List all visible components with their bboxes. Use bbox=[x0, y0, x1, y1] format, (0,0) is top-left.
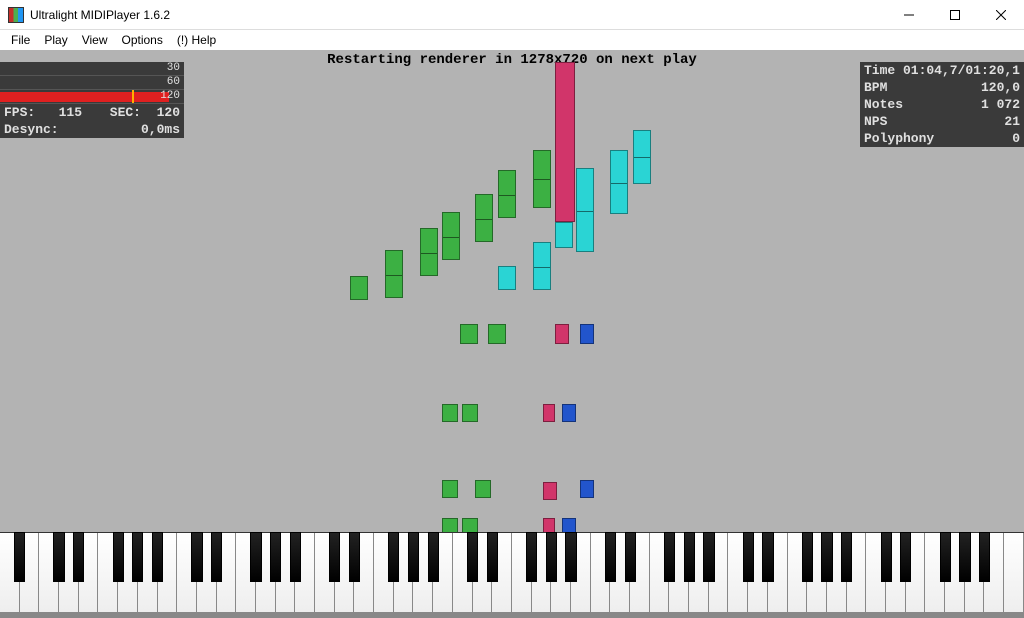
white-key[interactable] bbox=[315, 533, 335, 612]
midi-note bbox=[442, 212, 460, 260]
maximize-button[interactable] bbox=[932, 0, 978, 30]
white-key[interactable] bbox=[886, 533, 906, 612]
app-icon bbox=[8, 7, 24, 23]
midi-note bbox=[462, 404, 478, 422]
menu-view[interactable]: View bbox=[75, 31, 115, 49]
white-key[interactable] bbox=[98, 533, 118, 612]
white-key[interactable] bbox=[39, 533, 59, 612]
white-key[interactable] bbox=[118, 533, 138, 612]
white-key[interactable] bbox=[473, 533, 493, 612]
bottom-bar bbox=[0, 612, 1024, 618]
white-key[interactable] bbox=[236, 533, 256, 612]
white-key[interactable] bbox=[689, 533, 709, 612]
visualizer-canvas: Restarting renderer in 1278x720 on next … bbox=[0, 50, 1024, 618]
white-key[interactable] bbox=[256, 533, 276, 612]
white-key[interactable] bbox=[276, 533, 296, 612]
menu-play[interactable]: Play bbox=[37, 31, 74, 49]
midi-note bbox=[555, 62, 575, 222]
white-key[interactable] bbox=[0, 533, 20, 612]
midi-note bbox=[460, 324, 478, 344]
midi-note bbox=[580, 324, 594, 344]
piano-keyboard[interactable] bbox=[0, 532, 1024, 612]
midi-note bbox=[633, 130, 651, 184]
white-key[interactable] bbox=[866, 533, 886, 612]
white-key[interactable] bbox=[295, 533, 315, 612]
white-key[interactable] bbox=[591, 533, 611, 612]
white-key[interactable] bbox=[177, 533, 197, 612]
white-key[interactable] bbox=[433, 533, 453, 612]
midi-note bbox=[555, 222, 573, 248]
white-key[interactable] bbox=[335, 533, 355, 612]
midi-note bbox=[610, 150, 628, 214]
menu-help[interactable]: (!) Help bbox=[170, 31, 223, 49]
white-key[interactable] bbox=[374, 533, 394, 612]
midi-note bbox=[533, 242, 551, 290]
white-key[interactable] bbox=[748, 533, 768, 612]
white-key[interactable] bbox=[512, 533, 532, 612]
white-key[interactable] bbox=[728, 533, 748, 612]
white-key[interactable] bbox=[807, 533, 827, 612]
white-key[interactable] bbox=[945, 533, 965, 612]
white-key[interactable] bbox=[1004, 533, 1024, 612]
midi-note bbox=[555, 324, 569, 344]
white-key[interactable] bbox=[20, 533, 40, 612]
window-title: Ultralight MIDIPlayer 1.6.2 bbox=[30, 8, 886, 22]
midi-note bbox=[442, 480, 458, 498]
midi-note bbox=[420, 228, 438, 276]
white-key[interactable] bbox=[551, 533, 571, 612]
white-key[interactable] bbox=[413, 533, 433, 612]
midi-note bbox=[498, 266, 516, 290]
midi-note bbox=[488, 324, 506, 344]
white-key[interactable] bbox=[768, 533, 788, 612]
midi-note bbox=[533, 150, 551, 208]
close-button[interactable] bbox=[978, 0, 1024, 30]
white-key[interactable] bbox=[138, 533, 158, 612]
white-key[interactable] bbox=[394, 533, 414, 612]
white-key[interactable] bbox=[827, 533, 847, 612]
white-key[interactable] bbox=[669, 533, 689, 612]
white-key[interactable] bbox=[709, 533, 729, 612]
white-key[interactable] bbox=[453, 533, 473, 612]
white-key[interactable] bbox=[79, 533, 99, 612]
white-key[interactable] bbox=[571, 533, 591, 612]
white-key[interactable] bbox=[630, 533, 650, 612]
midi-note bbox=[576, 168, 594, 252]
menu-options[interactable]: Options bbox=[114, 31, 169, 49]
white-key[interactable] bbox=[925, 533, 945, 612]
white-key[interactable] bbox=[354, 533, 374, 612]
midi-note bbox=[562, 404, 576, 422]
white-key[interactable] bbox=[847, 533, 867, 612]
white-key[interactable] bbox=[906, 533, 926, 612]
menubar: File Play View Options (!) Help bbox=[0, 30, 1024, 50]
white-key[interactable] bbox=[492, 533, 512, 612]
white-key[interactable] bbox=[59, 533, 79, 612]
white-key[interactable] bbox=[965, 533, 985, 612]
midi-note bbox=[385, 250, 403, 298]
falling-notes-area bbox=[0, 50, 1024, 532]
midi-note bbox=[442, 404, 458, 422]
midi-note bbox=[498, 170, 516, 218]
white-key[interactable] bbox=[788, 533, 808, 612]
white-key[interactable] bbox=[650, 533, 670, 612]
white-key[interactable] bbox=[217, 533, 237, 612]
white-key[interactable] bbox=[158, 533, 178, 612]
white-key[interactable] bbox=[984, 533, 1004, 612]
white-key[interactable] bbox=[610, 533, 630, 612]
midi-note bbox=[543, 404, 555, 422]
midi-note bbox=[580, 480, 594, 498]
midi-note bbox=[543, 482, 557, 500]
midi-note bbox=[475, 194, 493, 242]
menu-file[interactable]: File bbox=[4, 31, 37, 49]
white-key[interactable] bbox=[197, 533, 217, 612]
titlebar: Ultralight MIDIPlayer 1.6.2 bbox=[0, 0, 1024, 30]
midi-note bbox=[475, 480, 491, 498]
white-key[interactable] bbox=[532, 533, 552, 612]
midi-note bbox=[350, 276, 368, 300]
minimize-button[interactable] bbox=[886, 0, 932, 30]
